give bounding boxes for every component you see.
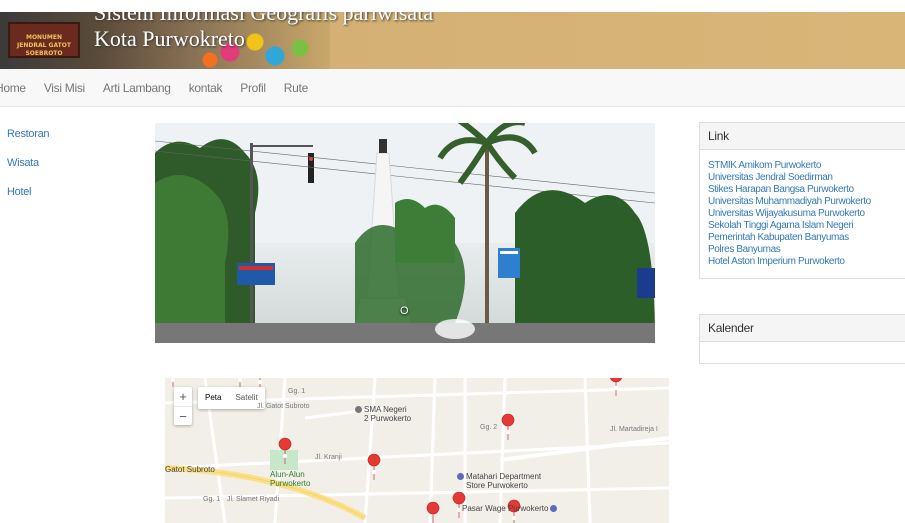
- poi-alun-alun[interactable]: Alun-Alun Purwokerto: [270, 470, 310, 488]
- monument-sign: MONUMEN JENDRAL GATOT SOEBROTO: [8, 22, 80, 58]
- road-gg2: Gg. 2: [480, 424, 498, 431]
- map-type-peta[interactable]: Peta: [198, 387, 228, 409]
- road-gg1: Gg. 1: [203, 496, 221, 503]
- shopping-icon: [550, 505, 558, 512]
- site-title-line1: Sistem Informasi Geografis pariwisata: [94, 12, 434, 25]
- category-sidebar: Restoran Wisata Hotel: [7, 128, 50, 215]
- road-jl-kranji: Jl. Kranji: [315, 454, 342, 461]
- link-item[interactable]: Stikes Harapan Bangsa Purwokerto: [708, 184, 897, 196]
- road-jl-gatot: Jl. Gatot Subroto: [257, 403, 310, 410]
- nav-arti-lambang[interactable]: Arti Lambang: [103, 81, 171, 95]
- poi-pasar-wage[interactable]: Pasar Wage Purwokerto: [462, 504, 559, 513]
- road-jl-martadireja: Jl. Martadireja I: [610, 426, 658, 433]
- shopping-icon: [457, 473, 464, 480]
- link-item[interactable]: Sekolah Tinggi Agama Islam Negeri: [708, 220, 897, 232]
- sidebar-item-restoran[interactable]: Restoran: [7, 128, 50, 140]
- link-item[interactable]: Polres Banyumas: [708, 244, 897, 256]
- nav-rute[interactable]: Rute: [284, 81, 308, 95]
- road-jl-slamet-riyadi: Jl. Slamet Riyadi: [227, 496, 280, 503]
- site-header: MONUMEN JENDRAL GATOT SOEBROTO Sistem In…: [0, 12, 905, 69]
- school-icon: [355, 406, 362, 413]
- tourism-map[interactable]: + − Peta Satelit SMA Negeri 2 Purwokerto…: [165, 378, 669, 523]
- poi-matahari[interactable]: Matahari Department Store Purwokerto: [457, 472, 541, 490]
- nav-visi-misi[interactable]: Visi Misi: [44, 81, 85, 95]
- calendar-body: [700, 342, 905, 363]
- road-gg1-top: Gg. 1: [288, 388, 306, 395]
- link-panel-title: Link: [700, 123, 905, 150]
- nav-profil[interactable]: Profil: [240, 81, 266, 95]
- nav-home[interactable]: Home: [0, 81, 26, 95]
- link-item[interactable]: Hotel Aston Imperium Purwokerto: [708, 256, 897, 268]
- zoom-out-button[interactable]: −: [174, 406, 192, 425]
- site-title-line2: Kota Purwokreto: [94, 26, 245, 51]
- road-gatot-subroto: Gatot Subroto: [165, 465, 215, 474]
- link-item[interactable]: Universitas Wijayakusuma Purwokerto: [708, 208, 897, 220]
- main-nav: Home Visi Misi Arti Lambang kontak Profi…: [0, 69, 905, 107]
- map-zoom-control: + −: [174, 387, 192, 425]
- poi-sma[interactable]: SMA Negeri 2 Purwokerto: [355, 405, 411, 423]
- map-type-control: Peta Satelit: [198, 387, 265, 409]
- nav-kontak[interactable]: kontak: [189, 81, 223, 95]
- site-title: Sistem Informasi Geografis pariwisata Ko…: [94, 12, 433, 52]
- sidebar-item-wisata[interactable]: Wisata: [7, 157, 49, 169]
- sidebar-item-hotel[interactable]: Hotel: [7, 186, 49, 198]
- link-list: STMIK Amikom Purwokerto Universitas Jend…: [700, 150, 905, 278]
- link-item[interactable]: STMIK Amikom Purwokerto: [708, 160, 897, 172]
- image-carousel[interactable]: O: [155, 123, 655, 343]
- link-item[interactable]: Universitas Jendral Soedirman: [708, 172, 897, 184]
- carousel-caption: O: [400, 305, 409, 317]
- link-panel: Link STMIK Amikom Purwokerto Universitas…: [699, 122, 905, 279]
- calendar-panel-title: Kalender: [700, 315, 905, 342]
- link-item[interactable]: Universitas Muhammadiyah Purwokerto: [708, 196, 897, 208]
- link-item[interactable]: Pemerintah Kabupaten Banyumas: [708, 232, 897, 244]
- zoom-in-button[interactable]: +: [174, 387, 192, 406]
- calendar-panel: Kalender: [699, 314, 905, 364]
